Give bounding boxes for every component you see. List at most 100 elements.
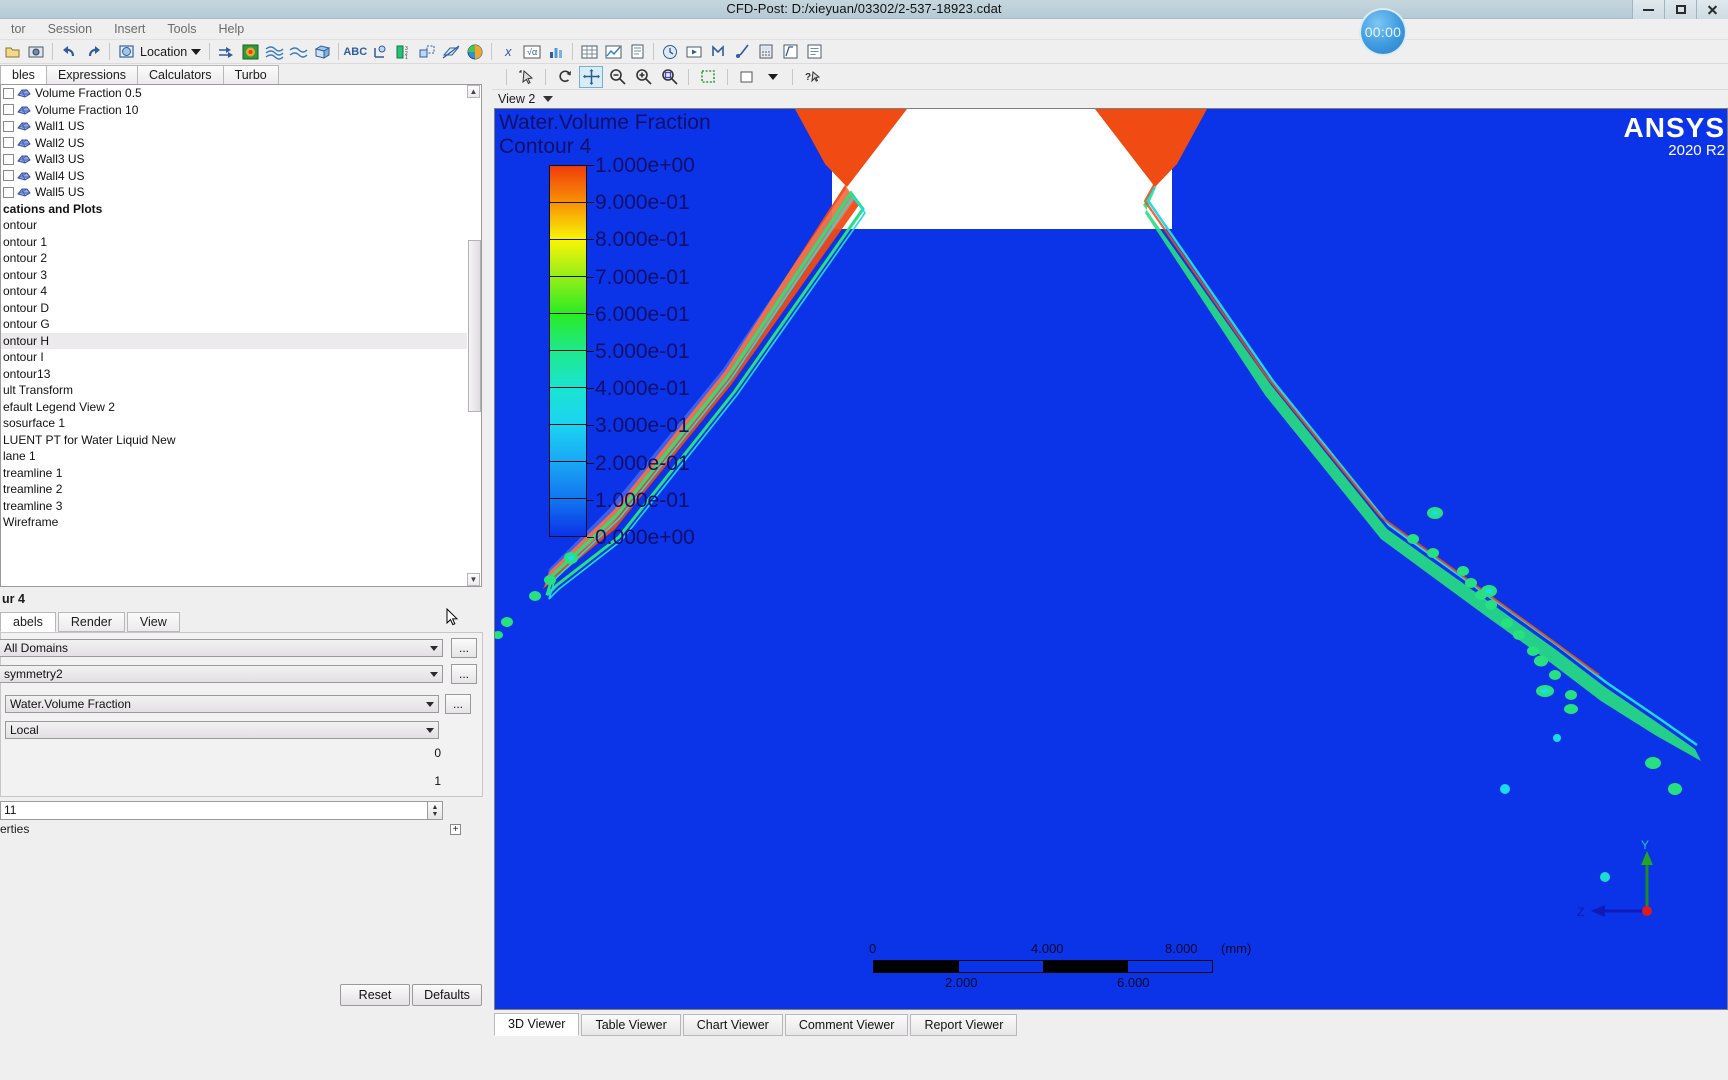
tree-scrollbar[interactable]: ▲ ▼ bbox=[467, 84, 482, 587]
tree-item[interactable]: Wall3 US bbox=[1, 151, 475, 168]
chart-viewer-icon[interactable] bbox=[602, 41, 624, 63]
tab-comment-viewer[interactable]: Comment Viewer bbox=[784, 1014, 909, 1036]
scroll-thumb[interactable] bbox=[468, 240, 481, 412]
properties-expander[interactable]: + bbox=[450, 824, 461, 835]
tab-calculators[interactable]: Calculators bbox=[137, 65, 224, 84]
menu-item-session[interactable]: Session bbox=[37, 19, 103, 40]
locations-combo[interactable]: symmetry2 bbox=[0, 665, 443, 683]
menu-item-help[interactable]: Help bbox=[208, 19, 256, 40]
contours-stepper[interactable]: ▲ ▼ bbox=[427, 801, 443, 820]
zoom-in-icon[interactable] bbox=[631, 66, 655, 88]
tree-item[interactable]: Wall5 US bbox=[1, 184, 475, 201]
open-icon[interactable] bbox=[1, 41, 23, 63]
contours-input[interactable]: 11 bbox=[0, 801, 443, 820]
color-map-icon[interactable] bbox=[464, 41, 486, 63]
tree-item-checkbox[interactable] bbox=[3, 153, 14, 165]
reset-button[interactable]: Reset bbox=[340, 984, 410, 1006]
expression-icon[interactable]: √α bbox=[521, 41, 543, 63]
tree-item[interactable]: ontour D bbox=[1, 300, 475, 317]
rotate-icon[interactable] bbox=[553, 66, 577, 88]
maximize-button[interactable] bbox=[1664, 0, 1696, 19]
variable-browse-button[interactable]: ... bbox=[445, 694, 471, 714]
instancing-icon[interactable] bbox=[416, 41, 438, 63]
tree-item[interactable]: Wall4 US bbox=[1, 168, 475, 185]
clip-plane-icon[interactable] bbox=[440, 41, 462, 63]
tab-turbo[interactable]: Turbo bbox=[222, 65, 279, 84]
tree-item[interactable]: treamline 3 bbox=[1, 498, 475, 515]
menu-item-tools[interactable]: Tools bbox=[156, 19, 207, 40]
tab-labels[interactable]: abels bbox=[0, 612, 56, 632]
pan-icon[interactable] bbox=[579, 65, 603, 88]
streamline-icon[interactable] bbox=[263, 41, 285, 63]
tab-chart-viewer[interactable]: Chart Viewer bbox=[682, 1014, 783, 1036]
view-selector[interactable]: View 2 bbox=[492, 90, 1728, 108]
calculator-icon[interactable] bbox=[755, 41, 777, 63]
tab-variables[interactable]: bles bbox=[0, 65, 47, 84]
report-icon[interactable] bbox=[626, 41, 648, 63]
tree-item[interactable]: efault Legend View 2 bbox=[1, 399, 475, 416]
tab-expressions[interactable]: Expressions bbox=[45, 65, 139, 84]
tree-item[interactable]: ontour bbox=[1, 217, 475, 234]
particle-track-icon[interactable] bbox=[287, 41, 309, 63]
tree-item[interactable]: Wireframe bbox=[1, 514, 475, 531]
menu-item-insert[interactable]: Insert bbox=[103, 19, 156, 40]
minimize-button[interactable] bbox=[1632, 0, 1664, 19]
legend-icon[interactable]: 321 bbox=[392, 41, 414, 63]
tree-item-checkbox[interactable] bbox=[3, 87, 14, 99]
session-icon[interactable] bbox=[803, 41, 825, 63]
scroll-down-button[interactable]: ▼ bbox=[467, 573, 480, 586]
probe-icon[interactable] bbox=[731, 41, 753, 63]
tab-table-viewer[interactable]: Table Viewer bbox=[581, 1014, 681, 1036]
3d-viewport[interactable]: ANSYS 2020 R2 Water.Volume Fraction Cont… bbox=[494, 108, 1728, 1010]
macro-icon[interactable] bbox=[707, 41, 729, 63]
help-mode-icon[interactable]: ? bbox=[800, 66, 824, 88]
variable-icon[interactable]: x bbox=[497, 41, 519, 63]
scroll-up-button[interactable]: ▲ bbox=[467, 85, 480, 98]
tree-item[interactable]: Volume Fraction 0.5 bbox=[1, 85, 475, 102]
tree-item[interactable]: Wall1 US bbox=[1, 118, 475, 135]
tree-item[interactable]: Volume Fraction 10 bbox=[1, 102, 475, 119]
tab-report-viewer[interactable]: Report Viewer bbox=[910, 1014, 1018, 1036]
tree-item-checkbox[interactable] bbox=[3, 170, 14, 182]
volume-icon[interactable] bbox=[311, 41, 333, 63]
tree-item[interactable]: cations and Plots bbox=[1, 201, 475, 218]
tree-item[interactable]: ult Transform bbox=[1, 382, 475, 399]
tree-item-checkbox[interactable] bbox=[3, 120, 14, 132]
locations-browse-button[interactable]: ... bbox=[451, 664, 477, 684]
view-preset-icon[interactable] bbox=[735, 66, 759, 88]
defaults-button[interactable]: Defaults bbox=[412, 984, 482, 1006]
domains-browse-button[interactable]: ... bbox=[451, 638, 477, 658]
view-preset-chevron-down-icon[interactable] bbox=[761, 66, 785, 88]
location-dropdown[interactable]: Location bbox=[114, 43, 205, 60]
tree-item[interactable]: ontour G bbox=[1, 316, 475, 333]
undo-icon[interactable] bbox=[58, 41, 80, 63]
snapshot-icon[interactable] bbox=[25, 41, 47, 63]
zoom-out-icon[interactable] bbox=[605, 66, 629, 88]
chart-bar-icon[interactable] bbox=[545, 41, 567, 63]
tab-render[interactable]: Render bbox=[57, 612, 125, 632]
close-button[interactable] bbox=[1696, 0, 1728, 19]
outline-tree[interactable]: Volume Fraction 0.5 Volume Fraction 10 Wal… bbox=[0, 84, 476, 587]
vector-icon[interactable] bbox=[215, 41, 237, 63]
function-icon[interactable] bbox=[779, 41, 801, 63]
tree-item[interactable]: Wall2 US bbox=[1, 135, 475, 152]
tree-item[interactable]: ontour 4 bbox=[1, 283, 475, 300]
tree-item[interactable]: ontour 3 bbox=[1, 267, 475, 284]
contour-icon[interactable] bbox=[239, 41, 261, 63]
tree-item[interactable]: lane 1 bbox=[1, 448, 475, 465]
timestep-icon[interactable] bbox=[659, 41, 681, 63]
tree-item-checkbox[interactable] bbox=[3, 137, 14, 149]
zoom-box-icon[interactable] bbox=[657, 66, 681, 88]
properties-row[interactable]: erties bbox=[0, 822, 470, 840]
redo-icon[interactable] bbox=[82, 41, 104, 63]
variable-combo[interactable]: Water.Volume Fraction bbox=[5, 695, 439, 713]
tree-item[interactable]: sosurface 1 bbox=[1, 415, 475, 432]
menu-item-editor[interactable]: tor bbox=[0, 19, 37, 40]
select-pick-icon[interactable] bbox=[514, 66, 538, 88]
fit-view-icon[interactable] bbox=[696, 66, 720, 88]
timer-badge[interactable]: 00:00 bbox=[1361, 10, 1405, 54]
tree-item[interactable]: ontour 2 bbox=[1, 250, 475, 267]
tree-item[interactable]: ontour H bbox=[1, 332, 475, 349]
animation-icon[interactable] bbox=[683, 41, 705, 63]
text-icon[interactable]: ABC bbox=[343, 41, 367, 63]
